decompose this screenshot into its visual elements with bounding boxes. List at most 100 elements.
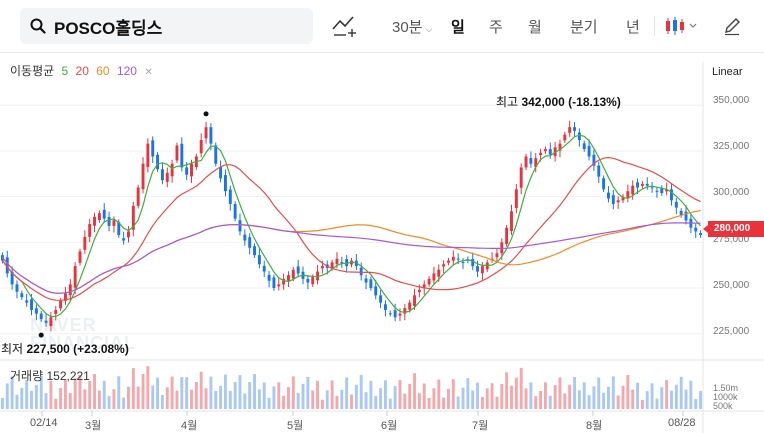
tab-day[interactable]: 일 — [451, 16, 465, 37]
candle-body — [456, 258, 460, 260]
stock-search[interactable]: POSCO홀딩스 — [20, 8, 313, 44]
candle-body — [20, 293, 24, 298]
volume-bar — [112, 389, 116, 409]
candle-body — [204, 127, 208, 139]
candle-type-icon[interactable] — [664, 15, 700, 37]
tab-week[interactable]: 주 — [489, 16, 503, 37]
date-tick: 4월 — [181, 420, 198, 432]
candle-body — [480, 266, 484, 274]
volume-bar — [359, 374, 363, 409]
volume-bar — [306, 377, 310, 409]
volume-bar — [20, 387, 24, 409]
candle-body — [650, 187, 654, 189]
volume-bar — [0, 398, 4, 409]
candle-body — [175, 145, 179, 161]
candle-body — [287, 275, 290, 281]
candle-body — [640, 183, 644, 186]
candle-body — [607, 192, 610, 199]
candle-body — [417, 289, 421, 293]
volume-bar — [180, 377, 184, 409]
volume-bar — [616, 395, 620, 409]
candle-body — [568, 127, 572, 133]
candle-body — [471, 258, 475, 267]
volume-bar — [165, 387, 169, 409]
candle-body — [97, 213, 101, 221]
volume-bar — [223, 374, 227, 409]
volume-bar — [558, 377, 562, 409]
candle-body — [93, 216, 96, 226]
volume-bar — [582, 382, 586, 409]
volume-bar — [267, 397, 271, 409]
indicator-add-icon[interactable] — [332, 14, 358, 38]
volume-bar — [59, 388, 63, 409]
volume-bar — [461, 387, 465, 409]
candle-body — [383, 304, 387, 310]
volume-bar — [44, 393, 48, 409]
volume-bar — [141, 373, 145, 409]
volume-bar — [674, 384, 678, 409]
volume-label: 거래량 152,221 — [10, 367, 90, 384]
volume-bar — [199, 371, 203, 409]
volume-bar — [253, 374, 256, 409]
price-chart[interactable] — [0, 52, 764, 433]
volume-bar — [534, 396, 538, 409]
candle-body — [248, 237, 252, 248]
candle-body — [88, 224, 92, 237]
tab-month[interactable]: 월 — [528, 16, 542, 37]
candle-body — [674, 201, 678, 208]
current-price-tag: 280,000 — [703, 221, 764, 237]
volume-bar — [175, 390, 179, 409]
volume-bar — [97, 390, 101, 409]
volume-bar — [645, 391, 649, 409]
candle-body — [34, 308, 38, 314]
candle-body — [699, 233, 703, 236]
candle-body — [160, 169, 164, 181]
volume-bar — [350, 394, 353, 409]
volume-bar — [640, 399, 644, 409]
tab-quarter[interactable]: 분기 — [570, 16, 598, 37]
candle-body — [83, 236, 87, 250]
pencil-icon[interactable] — [722, 16, 742, 36]
volume-bar — [699, 391, 703, 409]
candle-body — [59, 300, 63, 309]
candle-body — [573, 127, 576, 131]
volume-bar — [563, 393, 567, 409]
volume-bar — [548, 395, 552, 409]
candle-body — [267, 274, 271, 281]
volume-bar — [577, 390, 581, 409]
date-tick: 08/28 — [668, 417, 696, 429]
tab-year[interactable]: 년 — [626, 16, 640, 37]
candle-body — [374, 286, 378, 296]
stock-name: POSCO홀딩스 — [54, 18, 163, 38]
volume-bar — [262, 382, 266, 409]
high-annotation: 최고 342,000 (-18.13%) — [496, 93, 621, 110]
candle-body — [127, 231, 130, 238]
volume-bar — [539, 391, 543, 409]
volume-bar — [592, 386, 596, 409]
volume-bar — [364, 392, 368, 409]
candle-body — [112, 220, 116, 226]
volume-bar — [437, 379, 441, 409]
low-marker — [38, 332, 44, 338]
volume-bar — [219, 386, 223, 409]
date-tick: 02/14 — [30, 417, 58, 429]
candle-body — [636, 182, 640, 188]
interval-label: 30분 — [392, 19, 423, 36]
candle-body — [432, 273, 436, 281]
price-tick: 250,000 — [713, 280, 750, 291]
date-tick: 3월 — [85, 420, 102, 432]
candle-body — [136, 187, 140, 206]
candle-body — [529, 158, 533, 164]
volume-bar — [442, 397, 446, 409]
candle-body — [495, 253, 499, 258]
volume-bar — [320, 399, 324, 409]
interval-select[interactable]: 30분 ⌵ — [392, 16, 432, 37]
volume-bar — [272, 386, 276, 409]
candle-body — [233, 203, 237, 219]
volume-bar — [684, 389, 688, 409]
volume-bar — [476, 382, 480, 409]
volume-bar — [631, 389, 635, 409]
volume-bar — [83, 389, 87, 409]
candle-body — [597, 165, 601, 177]
candle-body — [476, 266, 480, 272]
